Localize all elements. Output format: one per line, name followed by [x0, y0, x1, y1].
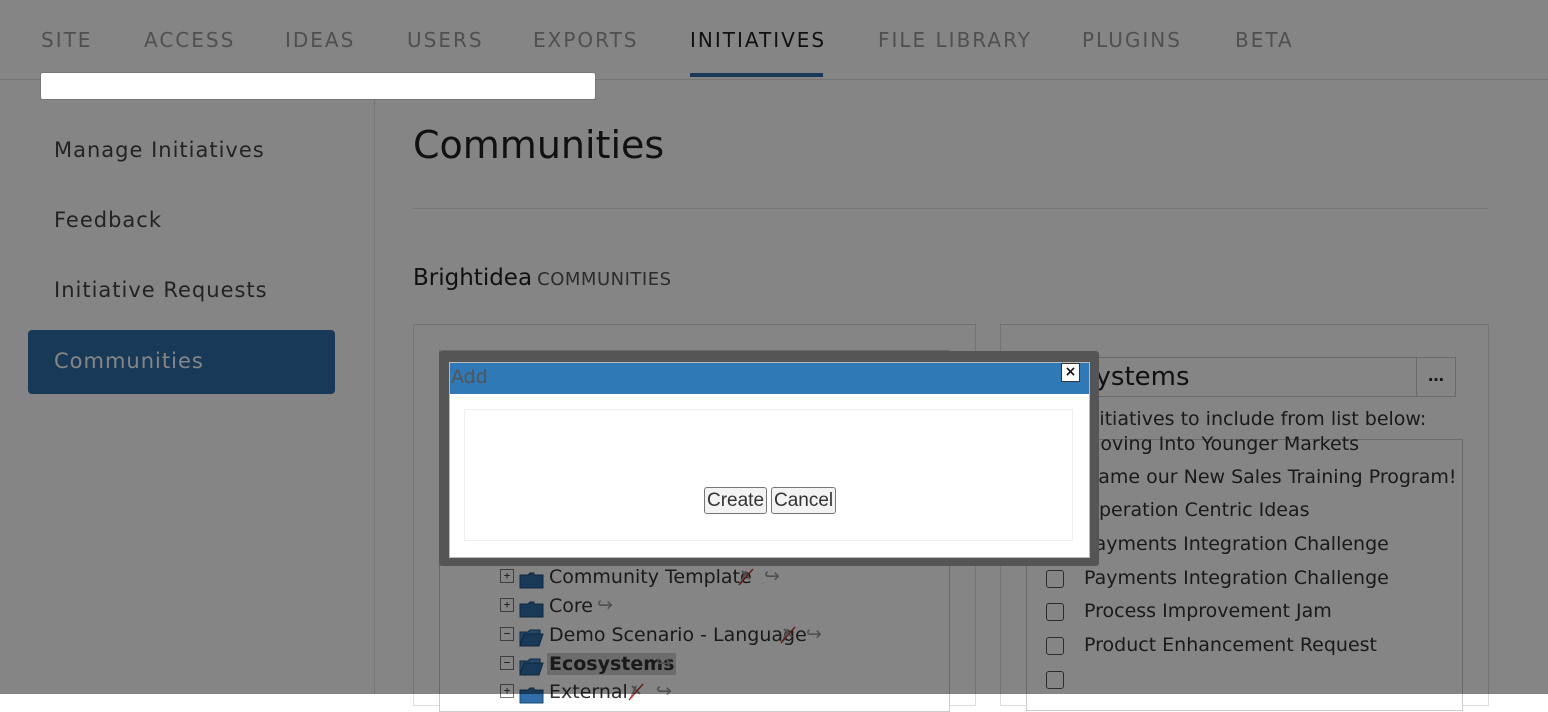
dialog-title-bar[interactable]: Add ×	[450, 363, 1089, 394]
create-button[interactable]: Create	[704, 487, 768, 514]
modal-backdrop[interactable]	[0, 0, 1548, 694]
name-input[interactable]	[40, 72, 596, 100]
cancel-button[interactable]: Cancel	[771, 487, 837, 514]
dialog-body	[465, 410, 1072, 540]
dialog-title: Add	[451, 366, 488, 388]
add-dialog: Add ×	[449, 362, 1090, 558]
close-icon[interactable]: ×	[1061, 363, 1080, 382]
